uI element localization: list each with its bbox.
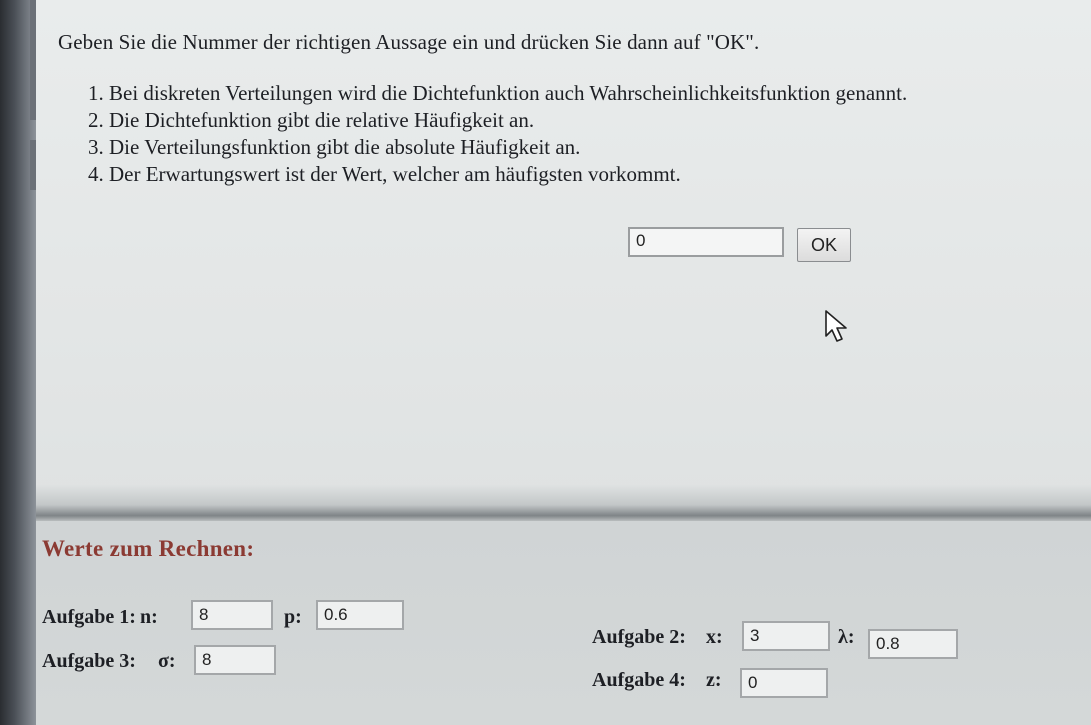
section-divider [36, 485, 1091, 521]
answer-option-1: 1. Bei diskreten Verteilungen wird die D… [88, 81, 908, 105]
task2-lambda-label: λ: [838, 626, 855, 648]
answer-option-4: 4. Der Erwartungswert ist der Wert, welc… [88, 162, 681, 186]
answer-option-2: 2. Die Dichtefunktion gibt die relative … [88, 108, 535, 132]
task2-label: Aufgabe 2: [592, 626, 686, 648]
screen-content: Geben Sie die Nummer der richtigen Aussa… [36, 0, 1091, 725]
monitor-bezel [0, 0, 36, 725]
task4-label: Aufgabe 4: [592, 669, 686, 691]
ok-button[interactable]: OK [797, 228, 851, 262]
task4-z-field[interactable]: 0 [740, 668, 828, 698]
task1-n-label: n: [140, 606, 158, 628]
answer-number-input[interactable]: 0 [628, 227, 784, 257]
task4-z-label: z: [706, 669, 722, 691]
task1-p-label: p: [284, 606, 302, 628]
arrow-cursor-icon [825, 310, 847, 342]
task2-x-label: x: [706, 626, 723, 648]
task3-label: Aufgabe 3: [42, 650, 136, 672]
question-text: Geben Sie die Nummer der richtigen Aussa… [58, 30, 760, 54]
task1-p-field[interactable]: 0.6 [316, 600, 404, 630]
task1-label: Aufgabe 1: [42, 606, 136, 628]
task3-sigma-field[interactable]: 8 [194, 645, 276, 675]
task1-n-field[interactable]: 8 [191, 600, 273, 630]
values-heading: Werte zum Rechnen: [42, 536, 255, 561]
task3-sigma-label: σ: [158, 650, 176, 672]
answer-options-list: 1. Bei diskreten Verteilungen wird die D… [88, 80, 907, 188]
task2-x-field[interactable]: 3 [742, 621, 830, 651]
answer-option-3: 3. Die Verteilungsfunktion gibt die abso… [88, 135, 581, 159]
task2-lambda-field[interactable]: 0.8 [868, 629, 958, 659]
